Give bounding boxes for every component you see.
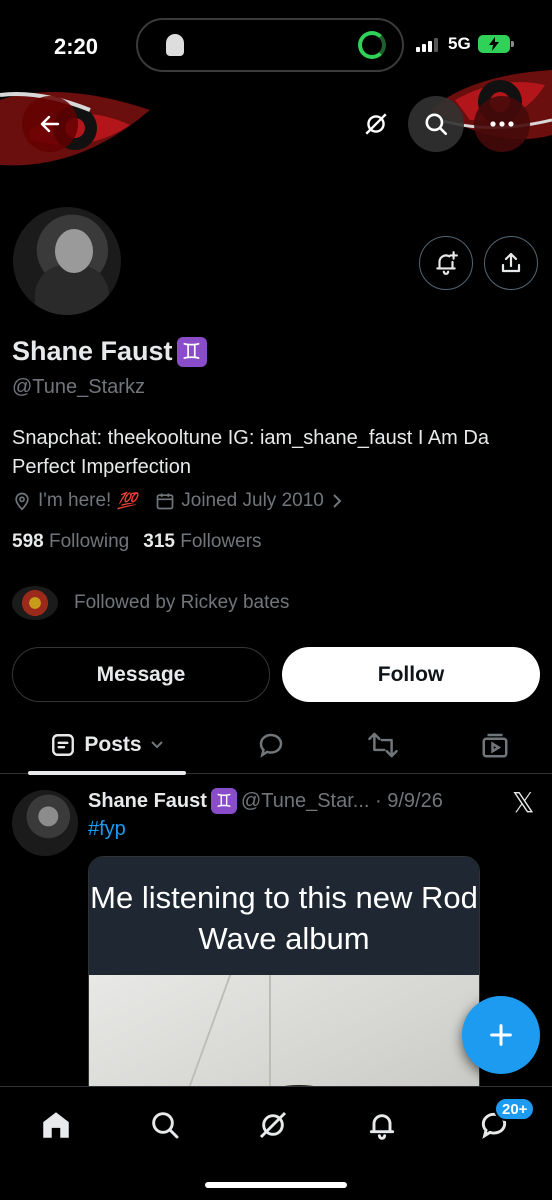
grok-button[interactable]: [348, 96, 404, 152]
search-icon: [425, 113, 448, 136]
post-avatar[interactable]: [12, 790, 78, 856]
post-header: Shane Faust ♊ @Tune_Star... · 9/9/26: [88, 788, 443, 814]
chevron-right-icon: [333, 494, 342, 508]
followed-by[interactable]: Followed by Rickey bates: [12, 586, 289, 620]
notifications-icon: [369, 1114, 395, 1140]
nav-search[interactable]: [145, 1105, 185, 1145]
nav-grok[interactable]: [253, 1105, 293, 1145]
gemini-emoji: ♊: [210, 788, 237, 814]
profile-bio: Snapchat: theekooltune IG: iam_shane_fau…: [12, 427, 489, 478]
profile-meta: I'm here! 💯 Joined July 2010: [12, 490, 344, 512]
home-indicator[interactable]: [205, 1182, 347, 1188]
grok-icon: [259, 1111, 287, 1139]
active-tab-indicator: [28, 771, 186, 775]
media-caption: Me listening to this new Rod Wave album: [89, 857, 479, 975]
back-arrow-icon: [40, 115, 60, 133]
compose-button[interactable]: [462, 996, 540, 1074]
following-label: Following: [48, 531, 130, 552]
following-count: 598: [12, 531, 44, 552]
grok-icon: [365, 113, 387, 135]
followers-label: Followers: [180, 531, 262, 552]
profile-handle: @Tune_Starkz: [12, 376, 145, 398]
back-button[interactable]: [22, 96, 78, 152]
gemini-emoji: ♊: [176, 336, 207, 367]
follow-button[interactable]: Follow: [282, 647, 540, 702]
repost-icon: [368, 732, 398, 758]
media-icon: [482, 733, 508, 758]
message-button[interactable]: Message: [12, 647, 270, 702]
profile-avatar[interactable]: [10, 204, 124, 318]
post-handle-date: @Tune_Star... · 9/9/26: [240, 789, 443, 812]
x-logo-icon: 𝕏: [512, 786, 535, 819]
profile-tabs: Posts: [0, 716, 552, 775]
more-icon: [490, 121, 514, 127]
share-icon: [501, 252, 521, 273]
post-hashtag[interactable]: #fyp: [88, 818, 126, 841]
follow-counts: 598 Following 315 Followers: [12, 531, 262, 553]
profile-name-text: Shane Faust: [12, 336, 173, 366]
post-author-name[interactable]: Shane Faust: [88, 790, 207, 813]
share-button[interactable]: [484, 236, 538, 290]
plus-icon: [490, 1024, 512, 1046]
followers-link[interactable]: 315 Followers: [143, 531, 261, 553]
hundred-emoji: 💯: [117, 493, 138, 510]
more-button[interactable]: [474, 96, 530, 152]
reply-icon: [259, 733, 283, 758]
search-button[interactable]: [408, 96, 464, 152]
followers-count: 315: [143, 531, 175, 552]
following-link[interactable]: 598 Following: [12, 531, 129, 553]
nav-notifications[interactable]: [362, 1105, 402, 1145]
search-icon: [152, 1112, 179, 1139]
tab-replies[interactable]: [246, 716, 296, 774]
profile-banner[interactable]: [0, 40, 552, 190]
tab-reposts[interactable]: [358, 716, 408, 774]
post-media[interactable]: Me listening to this new Rod Wave album: [88, 856, 480, 1096]
calendar-icon: [156, 493, 174, 510]
mutual-avatar: [12, 586, 58, 620]
bell-plus-icon: [436, 251, 458, 275]
profile-name: Shane Faust ♊: [12, 336, 207, 367]
tab-posts[interactable]: Posts: [28, 716, 186, 775]
followed-by-text: Followed by Rickey bates: [74, 592, 290, 613]
media-photo: [89, 975, 479, 1095]
profile-joined[interactable]: Joined July 2010: [181, 490, 324, 512]
tab-posts-label: Posts: [84, 733, 142, 756]
profile-location: I'm here!: [38, 490, 112, 511]
posts-icon: [52, 734, 75, 756]
tab-media[interactable]: [470, 716, 520, 774]
nav-home[interactable]: [36, 1105, 76, 1145]
chevron-down-icon: [150, 741, 163, 749]
location-icon: [15, 492, 29, 511]
messages-badge: 20+: [494, 1097, 536, 1121]
notify-button[interactable]: [419, 236, 473, 290]
home-icon: [43, 1112, 69, 1138]
